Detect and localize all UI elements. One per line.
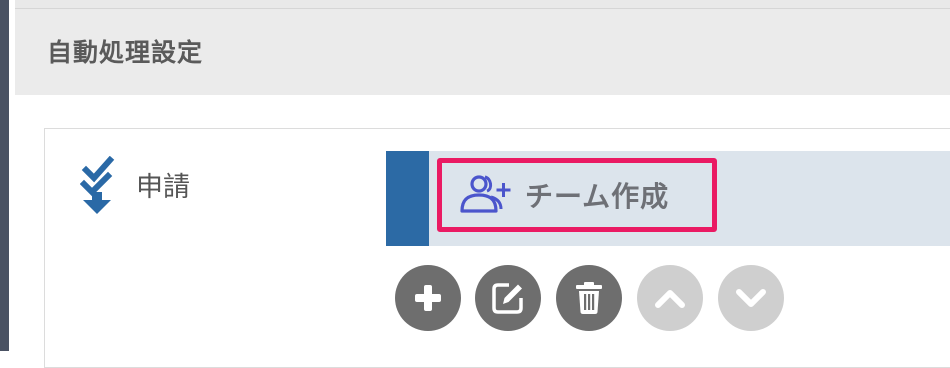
process-label: チーム作成 [525, 180, 670, 213]
edit-icon [492, 283, 523, 314]
section-title: 自動処理設定 [47, 38, 204, 67]
trash-icon [576, 282, 602, 314]
process-accent [386, 151, 429, 246]
move-up-button[interactable] [637, 265, 703, 331]
chevron-down-icon [736, 289, 766, 307]
plus-icon [415, 285, 441, 311]
section-header: 自動処理設定 [15, 9, 950, 95]
delete-button[interactable] [556, 265, 622, 331]
chevron-up-icon [655, 290, 685, 308]
step-label: 申請 [136, 172, 190, 203]
top-strip [15, 0, 950, 9]
user-plus-icon [460, 175, 511, 213]
move-down-button[interactable] [718, 265, 784, 331]
add-button[interactable] [395, 265, 461, 331]
window-left-edge [0, 0, 9, 351]
edit-button[interactable] [475, 265, 541, 331]
check-down-arrow-icon [80, 156, 115, 214]
